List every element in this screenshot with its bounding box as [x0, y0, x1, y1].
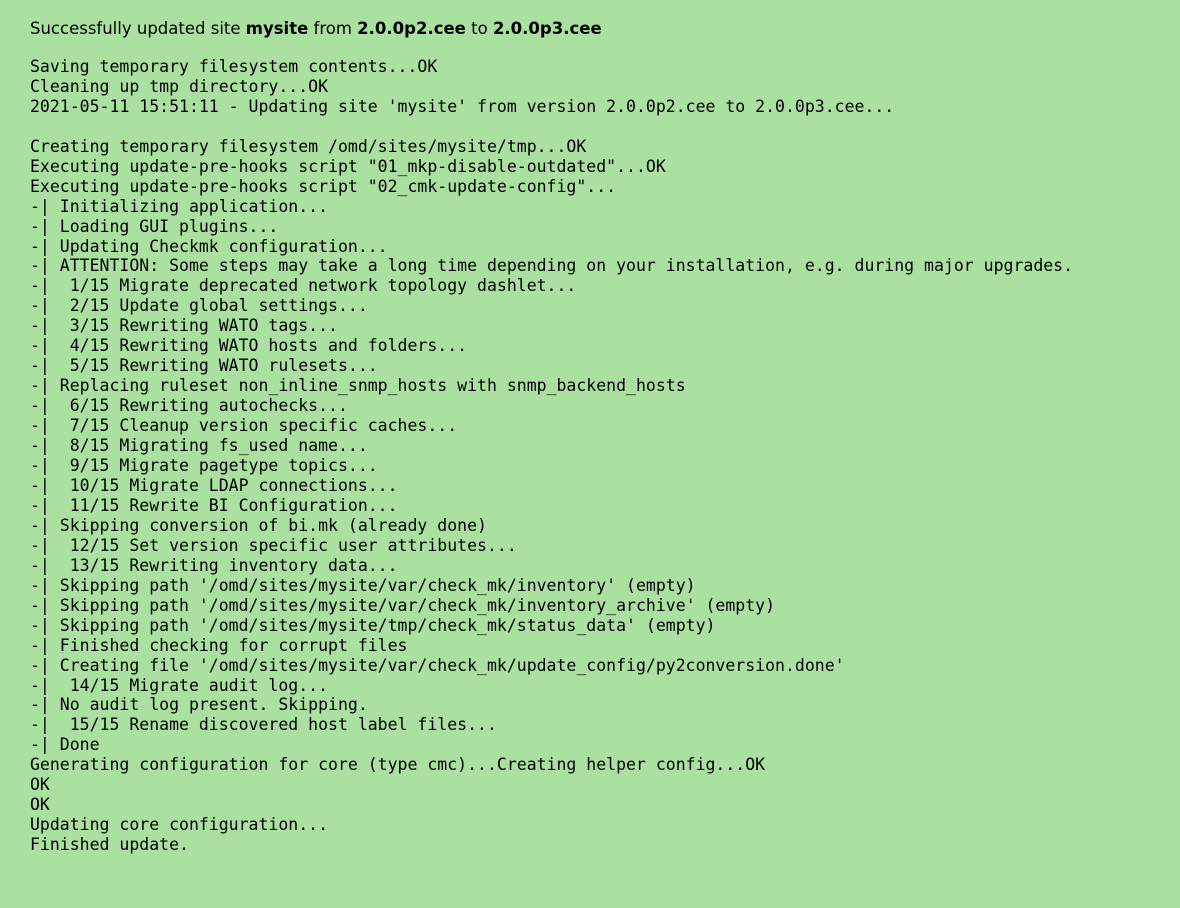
- log-line: -| 7/15 Cleanup version specific caches.…: [30, 416, 1150, 436]
- log-line: -| 4/15 Rewriting WATO hosts and folders…: [30, 336, 1150, 356]
- log-line: -| 3/15 Rewriting WATO tags...: [30, 316, 1150, 336]
- log-line: -| 15/15 Rename discovered host label fi…: [30, 715, 1150, 735]
- log-line: -| Loading GUI plugins...: [30, 217, 1150, 237]
- log-line: -| Initializing application...: [30, 197, 1150, 217]
- log-line: Cleaning up tmp directory...OK: [30, 77, 1150, 97]
- log-line: -| Finished checking for corrupt files: [30, 636, 1150, 656]
- log-line: -| 13/15 Rewriting inventory data...: [30, 556, 1150, 576]
- log-line: -| No audit log present. Skipping.: [30, 695, 1150, 715]
- log-line: -| 10/15 Migrate LDAP connections...: [30, 476, 1150, 496]
- update-log: Saving temporary filesystem contents...O…: [30, 57, 1150, 855]
- header-site: mysite: [246, 19, 309, 38]
- header-to-word: to: [466, 19, 493, 38]
- log-line: -| 14/15 Migrate audit log...: [30, 676, 1150, 696]
- log-line: -| 11/15 Rewrite BI Configuration...: [30, 496, 1150, 516]
- log-line: [30, 117, 1150, 137]
- log-line: -| 5/15 Rewriting WATO rulesets...: [30, 356, 1150, 376]
- log-line: OK: [30, 795, 1150, 815]
- log-line: -| 1/15 Migrate deprecated network topol…: [30, 276, 1150, 296]
- log-line: -| 6/15 Rewriting autochecks...: [30, 396, 1150, 416]
- log-line: 2021-05-11 15:51:11 - Updating site 'mys…: [30, 97, 1150, 117]
- log-line: -| 9/15 Migrate pagetype topics...: [30, 456, 1150, 476]
- log-line: Saving temporary filesystem contents...O…: [30, 57, 1150, 77]
- log-line: Executing update-pre-hooks script "02_cm…: [30, 177, 1150, 197]
- log-line: OK: [30, 775, 1150, 795]
- log-line: -| Creating file '/omd/sites/mysite/var/…: [30, 656, 1150, 676]
- header-prefix: Successfully updated site: [30, 19, 246, 38]
- log-line: -| Skipping conversion of bi.mk (already…: [30, 516, 1150, 536]
- log-line: -| ATTENTION: Some steps may take a long…: [30, 256, 1150, 276]
- update-header: Successfully updated site mysite from 2.…: [30, 19, 1150, 39]
- log-line: -| Updating Checkmk configuration...: [30, 237, 1150, 257]
- header-mid: from: [308, 19, 357, 38]
- log-line: Executing update-pre-hooks script "01_mk…: [30, 157, 1150, 177]
- log-line: -| 12/15 Set version specific user attri…: [30, 536, 1150, 556]
- log-line: -| Skipping path '/omd/sites/mysite/var/…: [30, 596, 1150, 616]
- log-line: Generating configuration for core (type …: [30, 755, 1150, 775]
- log-line: -| Replacing ruleset non_inline_snmp_hos…: [30, 376, 1150, 396]
- log-line: -| 2/15 Update global settings...: [30, 296, 1150, 316]
- header-to-version: 2.0.0p3.cee: [493, 19, 602, 38]
- header-from-version: 2.0.0p2.cee: [357, 19, 466, 38]
- log-line: -| Skipping path '/omd/sites/mysite/var/…: [30, 576, 1150, 596]
- log-line: -| Skipping path '/omd/sites/mysite/tmp/…: [30, 616, 1150, 636]
- log-line: Finished update.: [30, 835, 1150, 855]
- log-line: Updating core configuration...: [30, 815, 1150, 835]
- log-line: -| Done: [30, 735, 1150, 755]
- log-line: Creating temporary filesystem /omd/sites…: [30, 137, 1150, 157]
- log-line: -| 8/15 Migrating fs_used name...: [30, 436, 1150, 456]
